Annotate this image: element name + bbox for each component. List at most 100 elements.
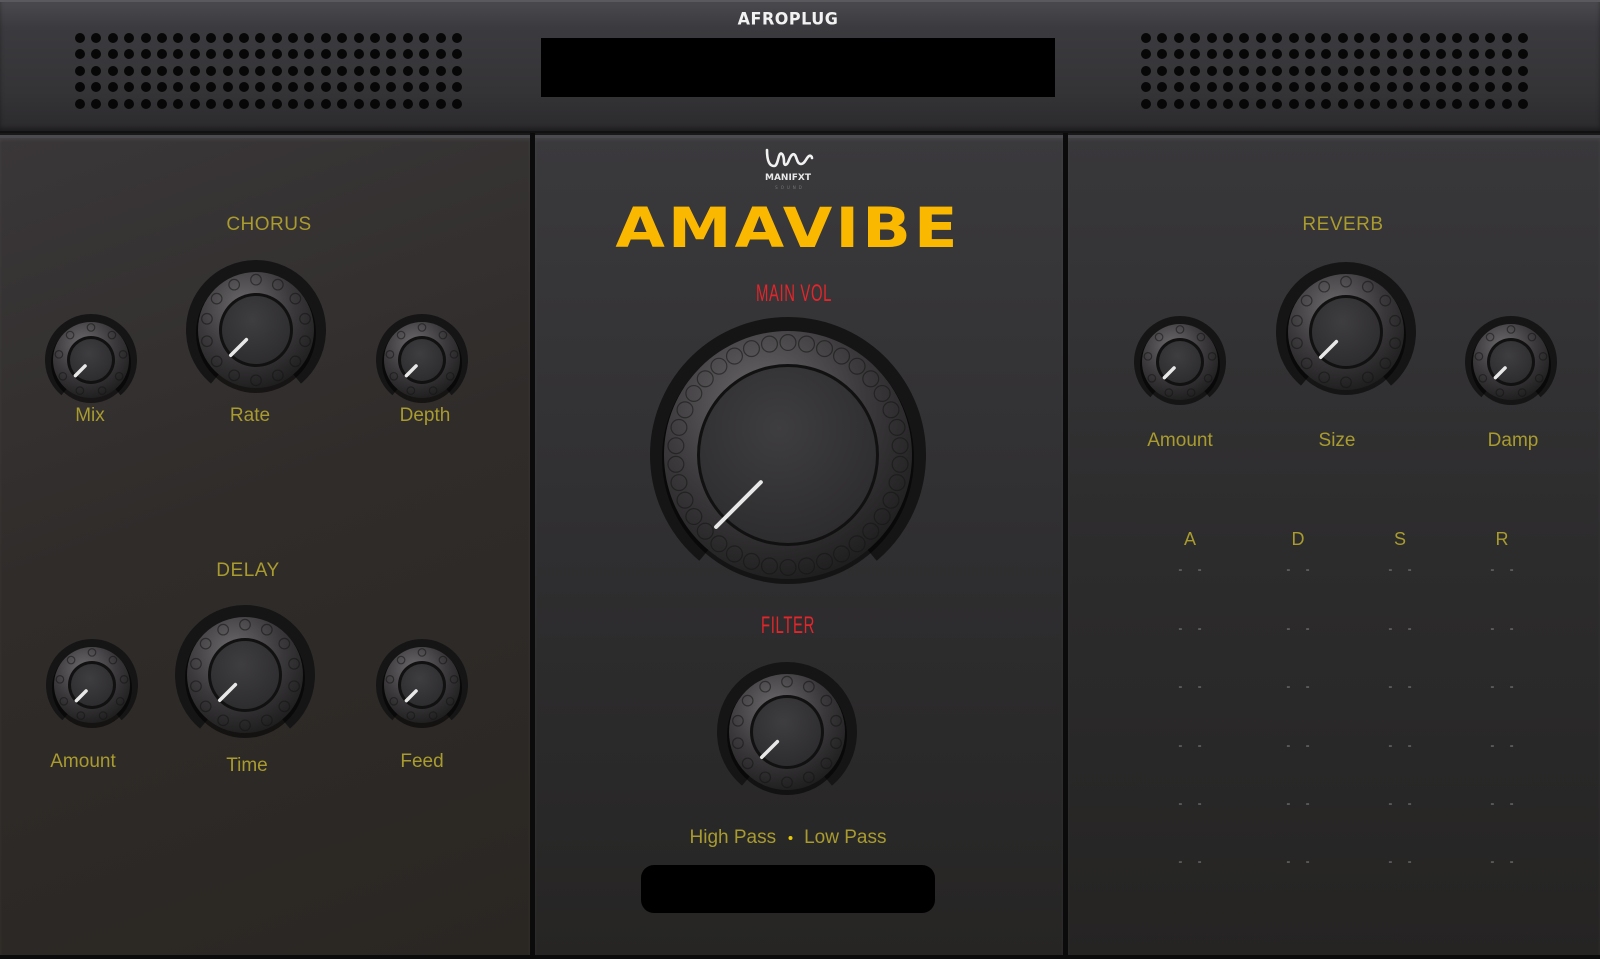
grille-hole xyxy=(1173,82,1184,93)
grille-hole xyxy=(1255,98,1266,109)
grille-hole xyxy=(451,33,462,43)
bottom-display[interactable] xyxy=(641,865,935,913)
panel-divider xyxy=(1063,133,1068,959)
grille-hole xyxy=(1517,65,1528,76)
grille-hole xyxy=(1239,65,1250,76)
adsr-value-slot[interactable]: - - xyxy=(1490,796,1519,810)
grille-hole xyxy=(451,82,462,93)
grille-hole xyxy=(1468,65,1479,76)
adsr-value-slot[interactable]: - - xyxy=(1490,738,1519,752)
delay-feed-knob[interactable] xyxy=(374,637,470,733)
adsr-value-slot[interactable]: - - xyxy=(1490,679,1519,693)
grille-hole xyxy=(1206,98,1217,109)
adsr-value-slot[interactable]: - - xyxy=(1286,621,1315,635)
adsr-value-slot[interactable]: - - xyxy=(1388,738,1417,752)
adsr-value-slot[interactable]: - - xyxy=(1286,562,1315,576)
adsr-value-slot[interactable]: - - xyxy=(1178,562,1207,576)
chorus-rate-knob[interactable] xyxy=(184,258,328,402)
delay-feed-label: Feed xyxy=(400,751,444,772)
grille-hole xyxy=(1206,82,1217,93)
grille-hole xyxy=(1485,33,1496,43)
brand-title: AFROPLUG xyxy=(737,8,839,29)
adsr-value-slot[interactable]: - - xyxy=(1388,796,1417,810)
high-pass-label[interactable]: High Pass xyxy=(690,827,777,849)
grille-hole xyxy=(1141,98,1151,109)
grille-hole xyxy=(124,65,135,76)
grille-hole xyxy=(1173,65,1184,76)
adsr-value-slot[interactable]: - - xyxy=(1388,679,1417,693)
grille-hole xyxy=(288,82,299,93)
right-panel xyxy=(1068,135,1600,957)
delay-time-knob[interactable] xyxy=(173,603,317,747)
low-pass-label[interactable]: Low Pass xyxy=(804,827,886,849)
grille-hole xyxy=(1190,49,1201,60)
grille-hole xyxy=(1321,33,1332,43)
grille-hole xyxy=(1321,98,1332,109)
adsr-value-slot[interactable]: - - xyxy=(1388,854,1417,868)
grille-hole xyxy=(288,98,299,109)
grille-hole xyxy=(1517,49,1528,60)
adsr-value-slot[interactable]: - - xyxy=(1286,854,1315,868)
chorus-mix-knob[interactable] xyxy=(43,312,139,408)
grille-hole xyxy=(124,82,135,93)
grille-hole xyxy=(1501,49,1512,60)
delay-amount-knob[interactable] xyxy=(44,637,140,733)
grille-hole xyxy=(1485,82,1496,93)
grille-hole xyxy=(402,33,413,43)
grille-hole xyxy=(1501,65,1512,76)
grille-hole xyxy=(1157,98,1168,109)
adsr-value-slot[interactable]: - - xyxy=(1286,679,1315,693)
grille-hole xyxy=(1190,82,1201,93)
grille-hole xyxy=(1239,82,1250,93)
grille-hole xyxy=(337,82,348,93)
grille-hole xyxy=(1436,33,1447,43)
reverb-size-knob[interactable] xyxy=(1274,260,1418,404)
reverb-section-title: REVERB xyxy=(1302,214,1384,235)
reverb-amount-knob[interactable] xyxy=(1132,314,1228,410)
grille-hole xyxy=(1485,65,1496,76)
grille-hole xyxy=(238,82,249,93)
grille-hole xyxy=(206,49,217,60)
adsr-value-slot[interactable]: - - xyxy=(1490,621,1519,635)
grille-hole xyxy=(1468,82,1479,93)
chorus-section-title: CHORUS xyxy=(226,214,312,235)
grille-hole xyxy=(222,33,233,43)
chorus-depth-knob[interactable] xyxy=(374,312,470,408)
grille-hole xyxy=(222,82,233,93)
adsr-value-slot[interactable]: - - xyxy=(1178,738,1207,752)
grille-hole xyxy=(124,33,135,43)
main-vol-knob[interactable] xyxy=(648,315,928,595)
filter-knob[interactable] xyxy=(715,660,859,804)
grille-hole xyxy=(238,33,249,43)
grille-hole xyxy=(271,33,282,43)
grille-hole xyxy=(156,33,167,43)
grille-hole xyxy=(353,98,364,109)
reverb-damp-knob[interactable] xyxy=(1463,314,1559,410)
grille-hole xyxy=(451,49,462,60)
grille-hole xyxy=(140,82,151,93)
grille-hole xyxy=(271,49,282,60)
adsr-value-slot[interactable]: - - xyxy=(1388,562,1417,576)
grille-hole xyxy=(1370,98,1381,109)
adsr-value-slot[interactable]: - - xyxy=(1178,679,1207,693)
grille-hole xyxy=(1190,98,1201,109)
adsr-value-slot[interactable]: - - xyxy=(1388,621,1417,635)
adsr-value-slot[interactable]: - - xyxy=(1490,562,1519,576)
grille-hole xyxy=(189,33,200,43)
grille-hole xyxy=(1452,49,1463,60)
grille-hole xyxy=(1304,49,1315,60)
delay-amount-label: Amount xyxy=(50,751,116,772)
adsr-value-slot[interactable]: - - xyxy=(1286,796,1315,810)
grille-hole xyxy=(1288,82,1299,93)
grille-hole xyxy=(1222,98,1233,109)
maker-logo-text: MANIFXT xyxy=(764,173,812,183)
adsr-value-slot[interactable]: - - xyxy=(1178,854,1207,868)
grille-hole xyxy=(1255,65,1266,76)
chorus-mix-label: Mix xyxy=(75,405,105,426)
grille-hole xyxy=(1206,49,1217,60)
preset-display[interactable] xyxy=(541,38,1055,97)
adsr-value-slot[interactable]: - - xyxy=(1178,621,1207,635)
adsr-value-slot[interactable]: - - xyxy=(1286,738,1315,752)
adsr-value-slot[interactable]: - - xyxy=(1178,796,1207,810)
adsr-value-slot[interactable]: - - xyxy=(1490,854,1519,868)
